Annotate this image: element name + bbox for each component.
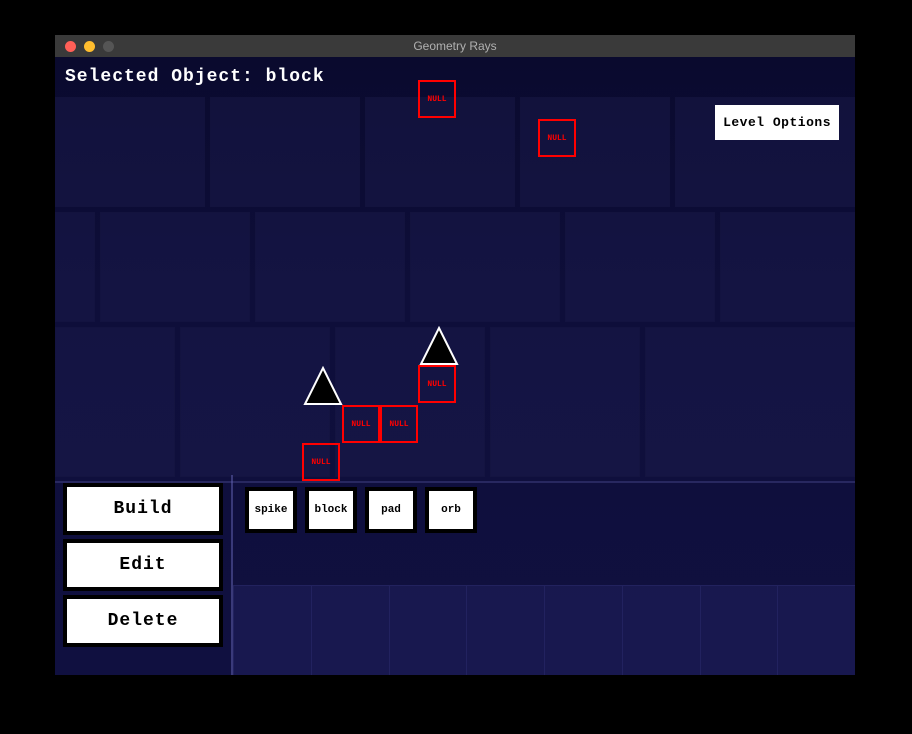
delete-button[interactable]: Delete <box>63 595 223 647</box>
placed-block[interactable]: NULL <box>380 405 418 443</box>
pad-object-button[interactable]: pad <box>365 487 417 533</box>
traffic-lights <box>55 41 114 52</box>
editor-panel: Build Edit Delete spike block pad orb <box>55 475 855 675</box>
mode-buttons-container: Build Edit Delete <box>55 475 233 675</box>
placed-block[interactable]: NULL <box>342 405 380 443</box>
placed-spike[interactable] <box>303 366 343 406</box>
placed-block[interactable]: NULL <box>418 80 456 118</box>
close-window-button[interactable] <box>65 41 76 52</box>
edit-button[interactable]: Edit <box>63 539 223 591</box>
titlebar: Geometry Rays <box>55 35 855 57</box>
spike-object-button[interactable]: spike <box>245 487 297 533</box>
build-button[interactable]: Build <box>63 483 223 535</box>
orb-object-button[interactable]: orb <box>425 487 477 533</box>
level-options-button[interactable]: Level Options <box>715 105 839 140</box>
minimize-window-button[interactable] <box>84 41 95 52</box>
placed-block[interactable]: NULL <box>418 365 456 403</box>
maximize-window-button[interactable] <box>103 41 114 52</box>
block-object-button[interactable]: block <box>305 487 357 533</box>
window-title: Geometry Rays <box>413 39 496 53</box>
placed-block[interactable]: NULL <box>538 119 576 157</box>
application-window: Geometry Rays Selected Object: block <box>55 35 855 675</box>
floor-tiles <box>233 585 855 675</box>
placed-spike[interactable] <box>419 326 459 366</box>
game-area[interactable]: Selected Object: block Level Options NUL… <box>55 57 855 675</box>
selected-object-status: Selected Object: block <box>65 67 325 87</box>
